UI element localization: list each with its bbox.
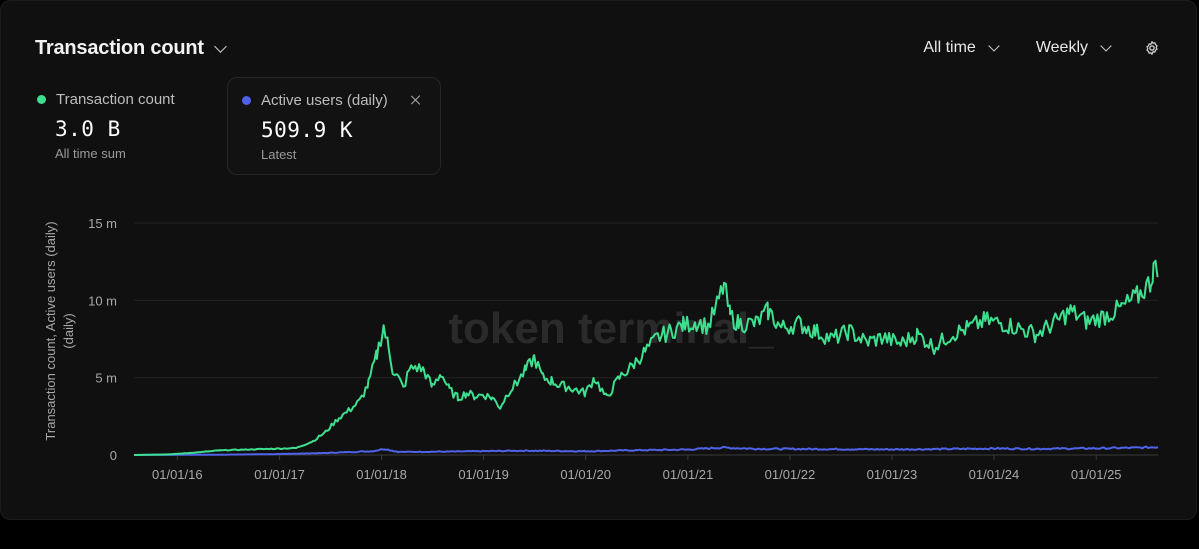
y-axis-ticks: 0 5 m 10 m 15 m: [88, 216, 117, 463]
x-tick-label: 01/01/23: [867, 467, 918, 482]
chart-title[interactable]: Transaction count: [35, 37, 204, 60]
x-tick-label: 01/01/18: [356, 467, 407, 482]
x-tick-label: 01/01/24: [969, 467, 1020, 482]
metric-sub: Latest: [261, 147, 297, 162]
x-tick-label: 01/01/16: [152, 467, 203, 482]
chevron-down-icon: [1100, 39, 1112, 52]
metric-value: 3.0 B: [55, 117, 121, 141]
metric-label: Active users (daily): [261, 92, 388, 109]
time-range-label: All time: [923, 39, 976, 56]
y-tick-label: 0: [110, 448, 117, 463]
metric-legend: Active users (daily): [242, 92, 388, 109]
close-icon[interactable]: [410, 94, 422, 106]
metric-active-users[interactable]: Active users (daily) 509.9 K Latest: [227, 77, 441, 175]
series-lines: [134, 259, 1159, 456]
x-tick-label: 01/01/20: [560, 467, 611, 482]
series-dot: [242, 96, 251, 105]
y-axis-label-unit: (daily): [61, 313, 76, 348]
chevron-down-icon: [988, 39, 1000, 52]
chart-card: Transaction count All time Weekly Transa…: [0, 0, 1197, 520]
x-tick-label: 01/01/21: [663, 467, 714, 482]
chevron-down-icon[interactable]: [213, 39, 227, 53]
x-tick-label: 01/01/19: [458, 467, 509, 482]
metric-value: 509.9 K: [261, 118, 354, 142]
interval-dropdown[interactable]: Weekly: [1035, 39, 1112, 57]
gear-icon[interactable]: [1144, 40, 1160, 56]
x-tick-label: 01/01/22: [765, 467, 816, 482]
metric-legend: Transaction count: [37, 91, 175, 108]
metric-transaction-count[interactable]: Transaction count 3.0 B All time sum: [35, 77, 221, 175]
series-line[interactable]: [134, 259, 1159, 456]
x-axis-ticks: 01/01/16 01/01/17 01/01/18 01/01/19 01/01/20…: [152, 455, 1122, 482]
x-tick-label: 01/01/17: [254, 467, 305, 482]
chart-controls: All time Weekly: [885, 39, 1160, 57]
chart-header[interactable]: Transaction count: [35, 37, 227, 60]
metric-sub: All time sum: [55, 146, 126, 161]
y-axis-label: Transaction count, Active users (daily): [43, 221, 58, 440]
y-tick-label: 15 m: [88, 216, 117, 231]
series-dot: [37, 95, 46, 104]
y-tick-label: 5 m: [95, 371, 117, 386]
line-chart: token terminal_ 05 m10 m15 m 01/01/16 01/…: [43, 216, 1159, 482]
metric-label: Transaction count: [56, 91, 175, 108]
y-tick-label: 10 m: [88, 293, 117, 308]
watermark: token terminal_: [448, 304, 774, 353]
time-range-dropdown[interactable]: All time: [923, 39, 1000, 57]
x-tick-label: 01/01/25: [1071, 467, 1122, 482]
interval-label: Weekly: [1035, 39, 1088, 56]
